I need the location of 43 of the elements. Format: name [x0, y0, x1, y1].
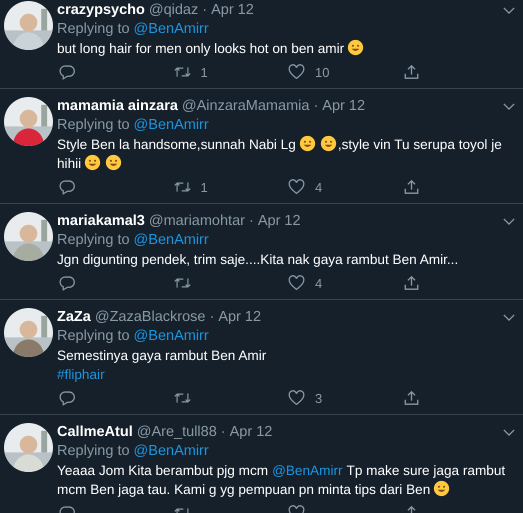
separator-dot: · — [220, 423, 226, 442]
tweet-text: but long hair for men only looks hot on ben amir — [57, 39, 515, 58]
replying-label: Replying to — [57, 442, 130, 461]
mention-link[interactable]: @BenAmirr — [134, 327, 209, 346]
like-count: 4 — [315, 180, 322, 194]
mention-link[interactable]: @BenAmirr — [272, 463, 343, 478]
tweet-text: Semestinya gaya rambut Ben Amir #fliphair — [57, 347, 268, 384]
tweet-date[interactable]: Apr 12 — [218, 308, 262, 327]
separator-dot: · — [209, 308, 214, 327]
user-handle[interactable]: @AinzaraMamamia — [182, 97, 310, 116]
user-name[interactable]: ZaZa — [57, 308, 91, 327]
tweet-date[interactable]: Apr 12 — [230, 423, 272, 442]
retweet-count: 1 — [200, 180, 208, 194]
user-handle[interactable]: @qidaz — [148, 1, 198, 20]
user-handle[interactable]: @ZazaBlackrose — [94, 308, 206, 327]
like-count: 10 — [315, 64, 330, 80]
separator-dot: · — [248, 212, 254, 231]
user-name[interactable]: mariakamal3 — [57, 212, 145, 231]
tweet-text: Yeaaa Jom Kita berambut pjg mcm @BenAmirr Tp make sure jaga rambut mcm Ben jaga tau. Kami g yg pempuan pn minta tips dari Ben — [57, 462, 506, 499]
replying-label: Replying to — [57, 327, 130, 346]
tweet-date[interactable]: Apr 12 — [322, 97, 366, 116]
tweet-date[interactable]: Apr 12 — [258, 212, 301, 231]
separator-dot: · — [202, 1, 208, 20]
mention-link[interactable]: @BenAmirr — [134, 20, 209, 39]
tweet-text: Style Ben la handsome,sunnah Nabi Lg ,style vin Tu serupa toyol je hihii — [57, 135, 503, 173]
like-count: 3 — [315, 390, 322, 406]
tweet-text: Jgn digunting pendek, trim saje....Kita nak gaya rambut Ben Amir... — [57, 251, 460, 269]
separator-dot: · — [313, 97, 318, 116]
user-handle[interactable]: @mariamohtar — [148, 212, 245, 231]
user-name[interactable]: crazypsycho — [57, 1, 145, 20]
user-name[interactable]: mamamia ainzara — [57, 97, 178, 116]
mention-link[interactable]: @BenAmirr — [134, 116, 209, 135]
retweet-count: 1 — [200, 64, 208, 80]
replying-label: Replying to — [57, 231, 130, 250]
mention-link[interactable]: @BenAmirr — [134, 442, 209, 461]
hashtag-link[interactable]: #fliphair — [57, 367, 105, 382]
user-name[interactable]: CallmeAtul — [57, 423, 133, 442]
like-count: 4 — [315, 276, 322, 290]
replying-label: Replying to — [57, 20, 130, 39]
tweet-date[interactable]: Apr 12 — [211, 1, 254, 20]
user-handle[interactable]: @Are_tull88 — [136, 423, 217, 442]
replying-label: Replying to — [57, 116, 130, 135]
mention-link[interactable]: @BenAmirr — [134, 231, 209, 250]
